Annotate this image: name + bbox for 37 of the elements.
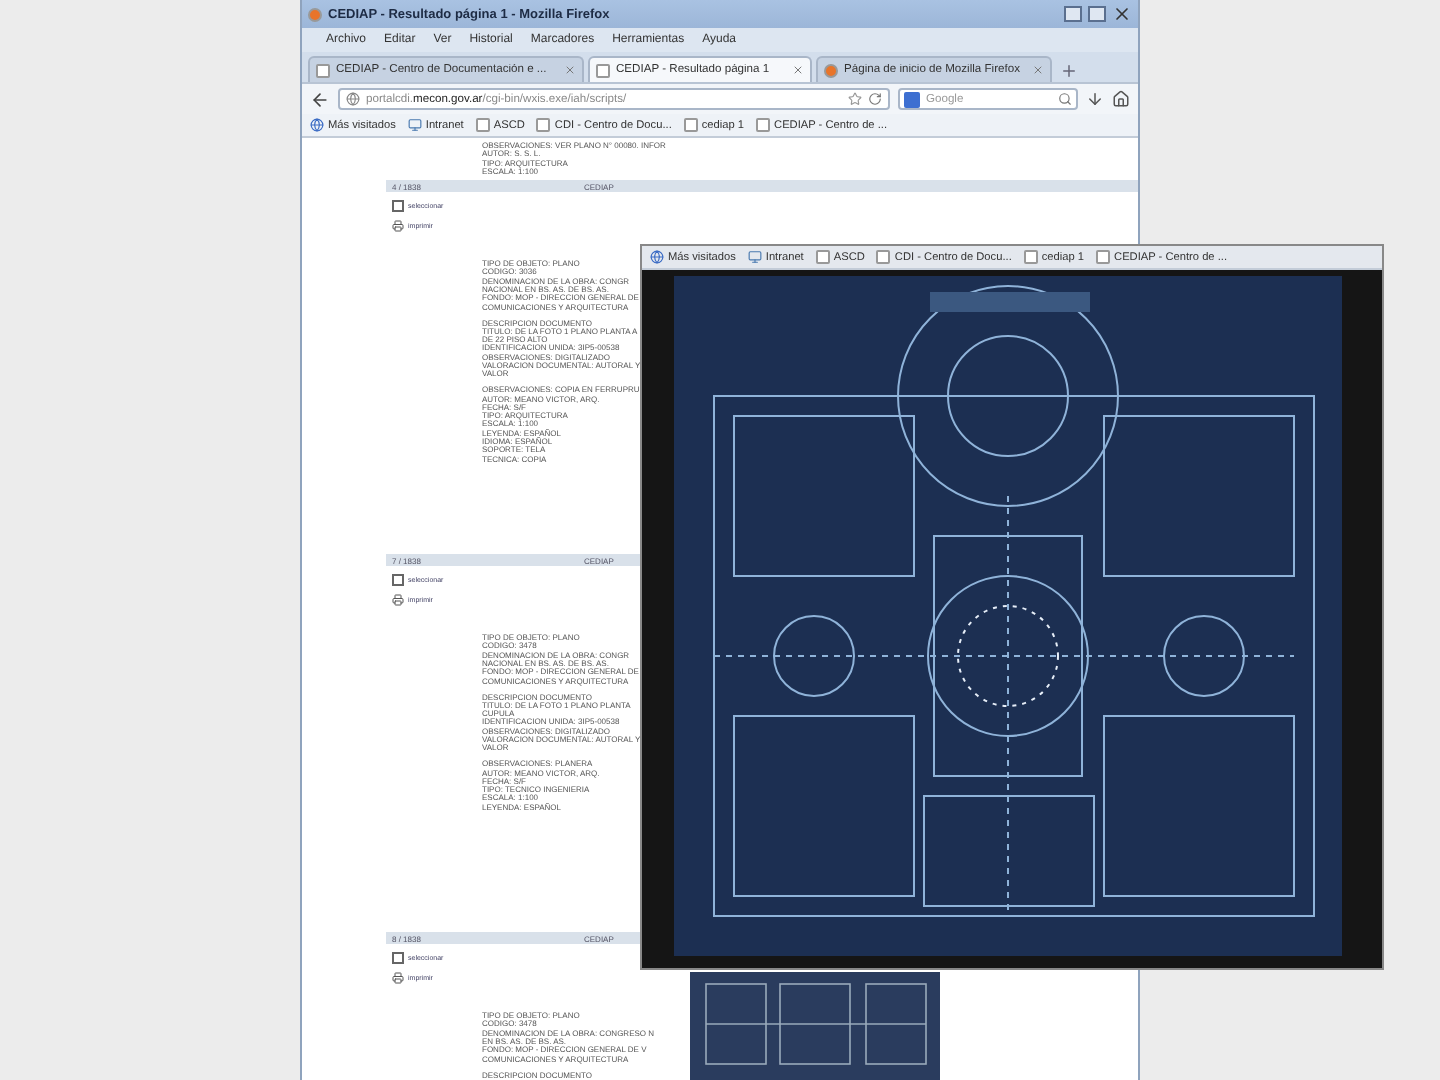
page-icon: [876, 250, 891, 264]
checkbox[interactable]: [392, 574, 404, 587]
close-icon[interactable]: [564, 64, 576, 76]
maximize-icon[interactable]: [1088, 6, 1106, 22]
close-icon[interactable]: [1112, 4, 1132, 24]
page-icon: [1096, 250, 1111, 264]
page-icon: [316, 63, 330, 77]
globe-icon: [650, 250, 664, 264]
download-icon[interactable]: [1086, 90, 1104, 108]
checkbox[interactable]: [392, 200, 404, 213]
printer-icon[interactable]: [392, 972, 404, 985]
firefox-icon: [824, 63, 838, 77]
page-icon: [475, 118, 490, 132]
home-icon[interactable]: [1112, 90, 1130, 108]
plus-icon[interactable]: [1059, 61, 1077, 79]
search-icon[interactable]: [1058, 92, 1072, 106]
page-icon: [815, 250, 830, 264]
search-engine-icon[interactable]: [904, 91, 920, 107]
printer-icon[interactable]: [392, 220, 404, 233]
checkbox[interactable]: [392, 952, 404, 965]
page-icon: [596, 63, 610, 77]
page-icon: [536, 118, 551, 132]
star-icon[interactable]: [848, 92, 862, 106]
monitor-icon: [747, 250, 762, 264]
page-icon: [756, 118, 771, 132]
globe-icon: [310, 118, 324, 132]
back-icon[interactable]: [310, 89, 330, 109]
globe-icon: [346, 92, 360, 106]
page-icon: [1023, 250, 1038, 264]
reload-icon[interactable]: [868, 92, 882, 106]
page-icon: [683, 118, 698, 132]
printer-icon[interactable]: [392, 594, 404, 607]
close-icon[interactable]: [792, 64, 804, 76]
monitor-icon: [407, 118, 422, 132]
firefox-icon: [308, 7, 322, 21]
close-icon[interactable]: [1032, 64, 1044, 76]
minimize-icon[interactable]: [1064, 6, 1082, 22]
